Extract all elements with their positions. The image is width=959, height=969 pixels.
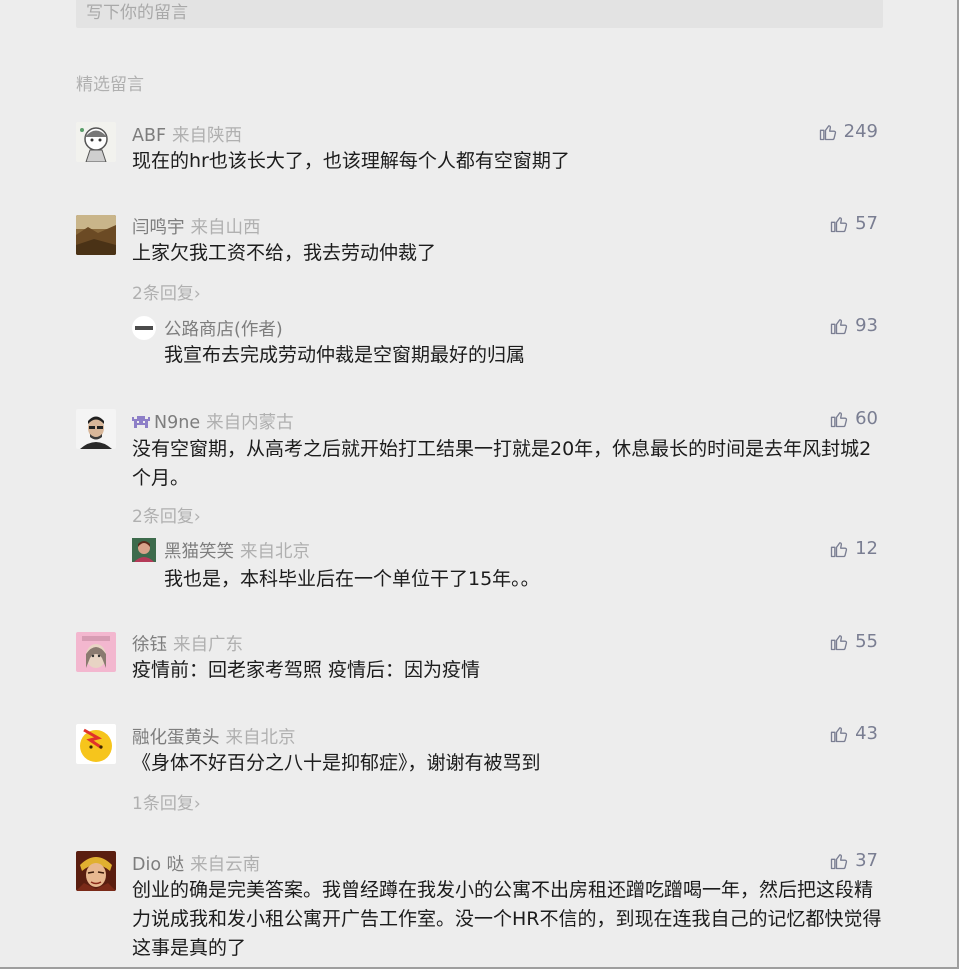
nickname[interactable]: Dio 哒 <box>132 855 184 875</box>
store-logo-avatar <box>132 316 156 340</box>
reply-text: 我宣布去完成劳动仲裁是空窗期最好的归属 <box>164 344 526 366</box>
anime-character-avatar <box>76 851 116 891</box>
comment-input-placeholder: 写下你的留言 <box>86 3 188 23</box>
avatar[interactable] <box>76 122 116 162</box>
avatar[interactable] <box>76 409 116 449</box>
like-button[interactable]: 249 <box>818 121 878 142</box>
replies-label: 2条回复 <box>132 284 194 304</box>
reply-nickname[interactable]: 公路商店(作者) <box>164 320 283 340</box>
section-title: 精选留言 <box>76 75 144 95</box>
like-count: 60 <box>855 408 878 429</box>
like-count: 37 <box>855 850 878 871</box>
replies-label: 2条回复 <box>132 507 194 527</box>
replies-link[interactable]: 2条回复› <box>132 502 201 527</box>
thumbs-up-icon <box>830 726 848 742</box>
thumbs-up-icon <box>830 318 848 334</box>
thumbs-up-icon <box>819 124 836 140</box>
nickname[interactable]: 融化蛋黄头 <box>132 728 220 748</box>
avatar[interactable] <box>76 215 116 255</box>
reply-avatar[interactable] <box>132 538 156 562</box>
avatar[interactable] <box>76 724 116 764</box>
woman-portrait-avatar <box>132 538 156 562</box>
reply-text: 我也是，本科毕业后在一个单位干了15年。。 <box>164 568 540 590</box>
replies-link[interactable]: 2条回复› <box>132 279 201 304</box>
like-button[interactable]: 93 <box>829 315 878 336</box>
comment-text: 现在的hr也该长大了，也该理解每个人都有空窗期了 <box>132 150 570 172</box>
nickname[interactable]: 徐钰 <box>132 635 167 655</box>
reply-avatar[interactable] <box>132 316 156 340</box>
landscape-avatar <box>76 215 116 255</box>
avatar[interactable] <box>76 632 116 672</box>
comment-input[interactable]: 写下你的留言 <box>76 0 883 28</box>
nickname[interactable]: N9ne <box>154 413 200 433</box>
comment-text: 上家欠我工资不给，我去劳动仲裁了 <box>132 242 437 264</box>
location: 来自云南 <box>190 855 261 875</box>
location: 来自陕西 <box>172 126 243 146</box>
replies-link[interactable]: 1条回复› <box>132 789 201 814</box>
chevron-right-icon: › <box>193 284 201 304</box>
like-count: 55 <box>855 631 878 652</box>
chevron-right-icon: › <box>193 507 201 527</box>
location: 来自内蒙古 <box>206 413 294 433</box>
cartoon-girl-avatar <box>76 122 116 162</box>
thumbs-up-icon <box>830 541 848 557</box>
comment-text: 没有空窗期，从高考之后就开始打工结果一打就是20年，休息最长的时间是去年风封城2… <box>132 438 872 489</box>
like-button[interactable]: 60 <box>829 408 878 429</box>
location: 来自广东 <box>173 635 243 655</box>
comment-text: 疫情前：回老家考驾照 疫情后：因为疫情 <box>132 659 481 681</box>
nickname[interactable]: ABF <box>132 126 166 146</box>
like-button[interactable]: 55 <box>829 631 878 652</box>
like-count: 93 <box>855 315 878 336</box>
comment-text: 《身体不好百分之八十是抑郁症》，谢谢有被骂到 <box>132 752 541 774</box>
location: 来自北京 <box>225 728 296 748</box>
man-portrait-avatar <box>76 409 116 449</box>
pink-cartoon-avatar <box>76 632 116 672</box>
thumbs-up-icon <box>830 411 848 427</box>
like-button[interactable]: 37 <box>829 850 878 871</box>
nickname[interactable]: 闫鸣宇 <box>132 218 185 238</box>
like-button[interactable]: 12 <box>829 538 878 559</box>
like-count: 249 <box>843 121 878 142</box>
egg-yolk-avatar <box>76 724 116 764</box>
like-count: 43 <box>855 723 878 744</box>
location: 来自山西 <box>190 218 261 238</box>
game-invader-icon <box>132 414 150 435</box>
thumbs-up-icon <box>830 853 848 869</box>
reply-nickname[interactable]: 黑猫笑笑 <box>164 542 234 562</box>
like-button[interactable]: 57 <box>829 213 878 234</box>
like-count: 12 <box>855 538 878 559</box>
replies-label: 1条回复 <box>132 794 194 814</box>
comment-text: 创业的确是完美答案。我曾经蹲在我发小的公寓不出房租还蹭吃蹭喝一年，然后把这段精力… <box>132 879 882 959</box>
avatar[interactable] <box>76 851 116 891</box>
reply-location: 来自北京 <box>240 542 310 562</box>
chevron-right-icon: › <box>193 794 201 814</box>
like-button[interactable]: 43 <box>829 723 878 744</box>
like-count: 57 <box>855 213 878 234</box>
thumbs-up-icon <box>830 634 848 650</box>
thumbs-up-icon <box>830 216 848 232</box>
